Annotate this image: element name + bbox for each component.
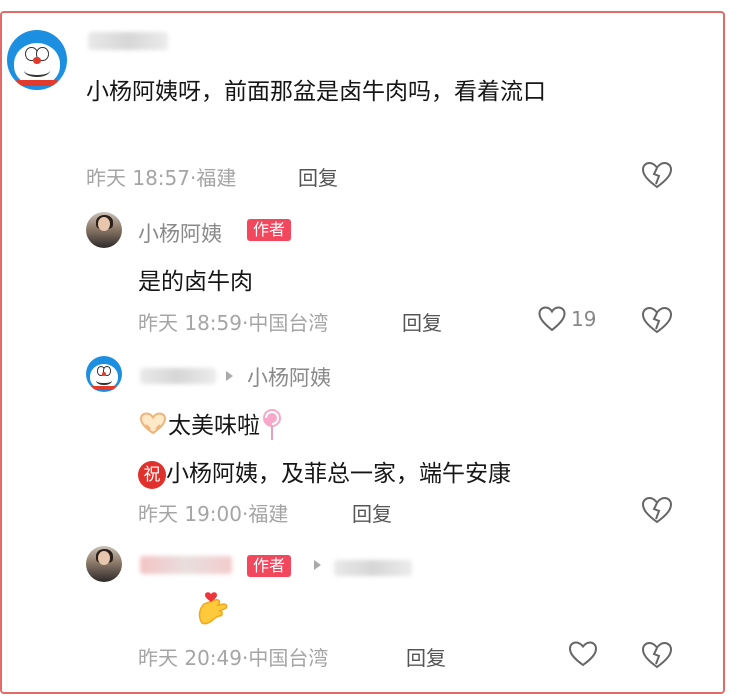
comment-time: 昨天 19:00·福建 xyxy=(138,502,289,526)
reply-arrow-icon xyxy=(314,560,321,570)
reply-button[interactable]: 回复 xyxy=(406,642,446,671)
commenter-name[interactable]: 小杨阿姨 xyxy=(138,218,222,248)
like-icon[interactable] xyxy=(537,305,567,333)
reply-button[interactable]: 回复 xyxy=(352,498,392,527)
reply-to-name[interactable]: 小杨阿姨 xyxy=(247,362,331,392)
zhu-badge-icon: 祝 xyxy=(138,460,166,489)
username-redacted[interactable] xyxy=(88,32,168,50)
comment-time: 昨天 18:57·福建 xyxy=(86,166,237,190)
comment-content-line: 太美味啦 xyxy=(138,406,284,447)
comment-time: 昨天 18:59·中国台湾 xyxy=(138,311,329,335)
reply-button[interactable]: 回复 xyxy=(298,162,338,191)
reply-arrow-icon xyxy=(226,371,233,381)
dislike-icon[interactable] xyxy=(640,495,674,525)
dislike-icon[interactable] xyxy=(640,640,674,670)
like-count: 19 xyxy=(571,307,597,331)
avatar[interactable] xyxy=(86,356,122,392)
lollipop-icon xyxy=(260,407,284,447)
comment-time: 昨天 20:49·中国台湾 xyxy=(138,646,329,670)
comment-content: 小杨阿姨呀，前面那盆是卤牛肉吗，看着流口 xyxy=(86,79,546,105)
screenshot-frame xyxy=(0,11,725,694)
heart-hands-icon xyxy=(138,411,168,443)
avatar[interactable] xyxy=(86,546,122,582)
finger-heart-icon xyxy=(193,590,231,626)
comment-content-line: 祝小杨阿姨，及菲总一家，端午安康 xyxy=(138,454,511,489)
comment-content: 是的卤牛肉 xyxy=(138,269,253,295)
reply-to-redacted[interactable] xyxy=(334,560,412,576)
username-redacted[interactable] xyxy=(140,368,216,384)
reply-button[interactable]: 回复 xyxy=(402,307,442,336)
avatar[interactable] xyxy=(7,30,67,90)
author-badge: 作者 xyxy=(247,219,292,241)
author-badge: 作者 xyxy=(247,555,292,577)
like-icon[interactable] xyxy=(567,640,599,668)
username-redacted[interactable] xyxy=(140,556,232,574)
avatar[interactable] xyxy=(86,212,122,248)
dislike-icon[interactable] xyxy=(640,305,674,335)
dislike-icon[interactable] xyxy=(640,160,674,190)
